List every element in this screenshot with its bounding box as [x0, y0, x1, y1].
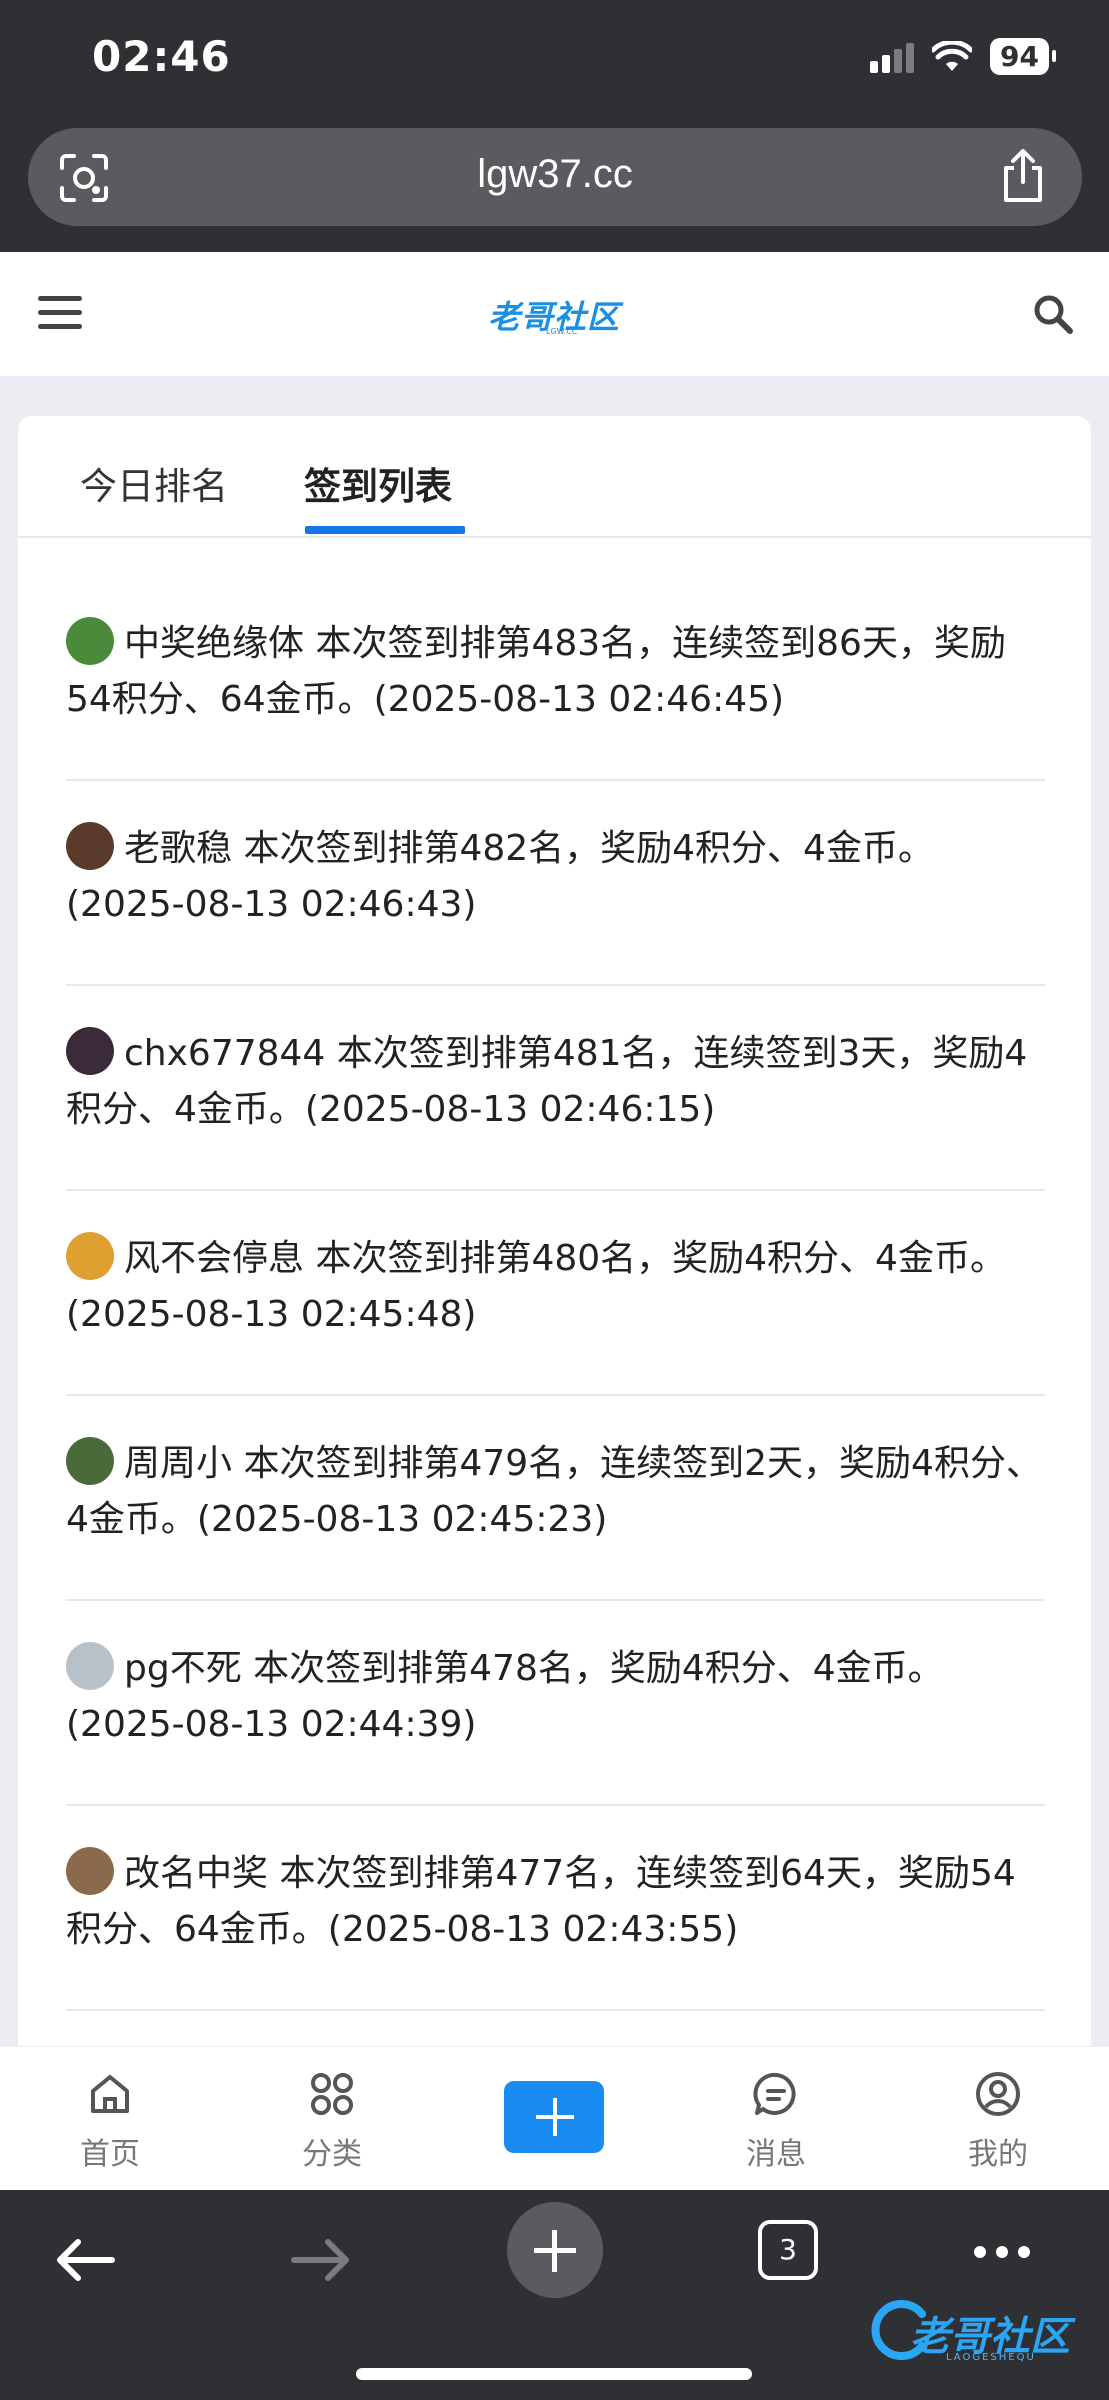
hamburger-menu-icon[interactable] [38, 296, 82, 332]
chat-bubble-icon [753, 2072, 796, 2115]
nav-home-label: 首页 [80, 2137, 140, 2172]
list-item: pg不死 本次签到排第478名，奖励4积分、4金币。(2025-08-13 02… [66, 1601, 1045, 1806]
url-text[interactable]: lgw37.cc [28, 152, 1082, 197]
logo-subtext: LGW.CC [546, 327, 578, 336]
home-indicator [356, 2368, 752, 2380]
wifi-icon [932, 40, 973, 71]
nav-messages[interactable]: 消息 [716, 2069, 836, 2173]
more-options-icon[interactable] [974, 2246, 1030, 2258]
tab-bar: 今日排名 签到列表 [18, 416, 1091, 538]
list-item: chx677844 本次签到排第481名，连续签到3天，奖励4积分、4金币。(2… [66, 986, 1045, 1191]
nav-category-label: 分类 [302, 2137, 362, 2172]
nav-mine-label: 我的 [968, 2137, 1028, 2172]
watermark-subtext: LAOGESHEQU [946, 2352, 1036, 2363]
site-logo[interactable]: 老哥社区 LGW.CC [488, 292, 628, 338]
new-tab-button[interactable] [507, 2202, 603, 2298]
status-time: 02:46 [92, 32, 231, 81]
avatar[interactable] [66, 1642, 114, 1690]
list-item: 改名中奖 本次签到排第477名，连续签到64天，奖励54积分、64金币。(202… [66, 1806, 1045, 2011]
list-item: 风不会停息 本次签到排第480名，奖励4积分、4金币。(2025-08-13 0… [66, 1191, 1045, 1396]
battery-indicator: 94 [990, 38, 1056, 75]
back-arrow-icon[interactable] [50, 2224, 122, 2296]
active-tab-indicator [305, 526, 465, 534]
user-circle-icon [976, 2072, 1020, 2116]
nav-mine[interactable]: 我的 [938, 2069, 1058, 2173]
browser-toolbar: 3 老哥社区 LAOGESHEQU [0, 2190, 1109, 2400]
avatar[interactable] [66, 822, 114, 870]
checkin-text: 老歌稳 本次签到排第482名，奖励4积分、4金币。(2025-08-13 02:… [66, 828, 934, 925]
create-post-button[interactable] [504, 2081, 604, 2153]
search-icon[interactable] [1031, 292, 1075, 336]
watermark-logo: 老哥社区 LAOGESHEQU [870, 2296, 1100, 2366]
checkin-text: 周周小 本次签到排第479名，连续签到2天，奖励4积分、4金币。(2025-08… [66, 1443, 1042, 1540]
avatar[interactable] [66, 1847, 114, 1895]
address-bar[interactable]: lgw37.cc [28, 128, 1082, 226]
tab-checkin-list[interactable]: 签到列表 [304, 456, 452, 510]
avatar[interactable] [66, 1437, 114, 1485]
checkin-text: 风不会停息 本次签到排第480名，奖励4积分、4金币。(2025-08-13 0… [66, 1238, 1006, 1335]
avatar[interactable] [66, 1027, 114, 1075]
list-item: 老歌稳 本次签到排第482名，奖励4积分、4金币。(2025-08-13 02:… [66, 781, 1045, 986]
status-icons: 94 [870, 38, 1056, 75]
checkin-text: pg不死 本次签到排第478名，奖励4积分、4金币。(2025-08-13 02… [66, 1648, 944, 1745]
nav-home[interactable]: 首页 [50, 2069, 170, 2173]
nav-category[interactable]: 分类 [272, 2069, 392, 2173]
browser-top-bar: 02:46 94 lgw37.cc [0, 0, 1109, 252]
checkin-text: 中奖绝缘体 本次签到排第483名，连续签到86天，奖励54积分、64金币。(20… [66, 623, 1006, 720]
tab-today-ranking[interactable]: 今日排名 [80, 456, 228, 510]
checkin-list: 中奖绝缘体 本次签到排第483名，连续签到86天，奖励54积分、64金币。(20… [66, 576, 1045, 2011]
tabs-count-button[interactable]: 3 [758, 2220, 818, 2280]
checkin-text: 改名中奖 本次签到排第477名，连续签到64天，奖励54积分、64金币。(202… [66, 1853, 1016, 1950]
list-item: 周周小 本次签到排第479名，连续签到2天，奖励4积分、4金币。(2025-08… [66, 1396, 1045, 1601]
share-icon[interactable] [1000, 148, 1046, 204]
avatar[interactable] [66, 1232, 114, 1280]
cellular-signal-icon [870, 41, 915, 73]
grid-icon [311, 2073, 353, 2115]
site-header: 老哥社区 LGW.CC [0, 252, 1109, 376]
bottom-nav: 首页 分类 消息 我的 [0, 2046, 1109, 2190]
home-icon [91, 2075, 129, 2113]
checkin-card: 今日排名 签到列表 中奖绝缘体 本次签到排第483名，连续签到86天，奖励54积… [18, 416, 1091, 2046]
checkin-text: chx677844 本次签到排第481名，连续签到3天，奖励4积分、4金币。(2… [66, 1033, 1028, 1130]
forward-arrow-icon[interactable] [284, 2224, 356, 2296]
nav-messages-label: 消息 [746, 2137, 806, 2172]
list-item: 中奖绝缘体 本次签到排第483名，连续签到86天，奖励54积分、64金币。(20… [66, 576, 1045, 781]
avatar[interactable] [66, 617, 114, 665]
